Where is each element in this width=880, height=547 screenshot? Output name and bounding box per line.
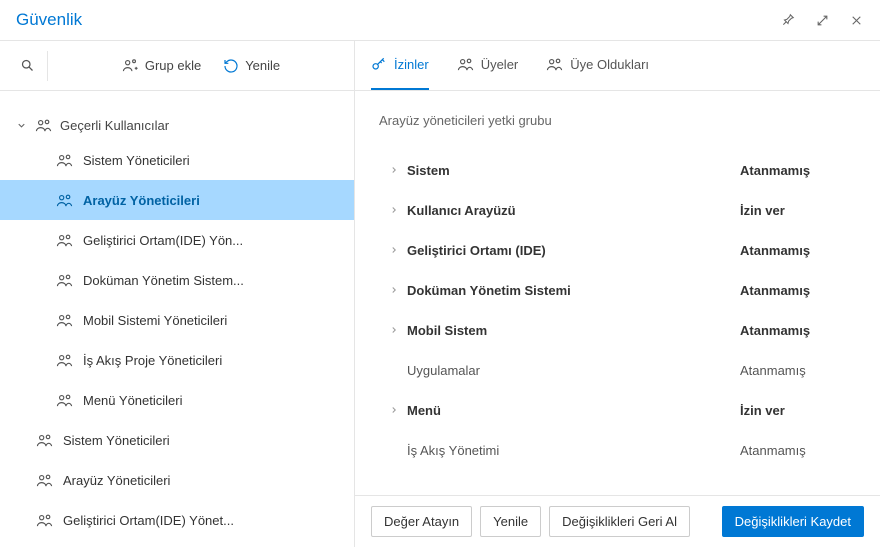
tab-label: Üye Oldukları [570, 57, 649, 72]
search-button[interactable] [8, 51, 48, 81]
group-tree: Geçerli Kullanıcılar Sistem Yöneticileri… [0, 91, 354, 547]
add-group-label: Grup ekle [145, 58, 201, 73]
tree-item[interactable]: Sistem Yöneticileri [0, 140, 354, 180]
revert-changes-button[interactable]: Değişiklikleri Geri Al [549, 506, 690, 537]
permission-label: Mobil Sistem [407, 323, 740, 338]
key-icon [371, 57, 387, 73]
permission-label: İş Akış Yönetimi [407, 443, 740, 458]
permission-label: Sistem [407, 163, 740, 178]
permission-row[interactable]: Kullanıcı Arayüzüİzin ver [375, 190, 860, 230]
permission-value[interactable]: Atanmamış [740, 363, 850, 378]
right-pane: İzinler Üyeler Üye Oldukları Arayüz yöneti… [355, 41, 880, 547]
assign-value-button[interactable]: Değer Atayın [371, 506, 472, 537]
tree-item[interactable]: Geliştirici Ortam(IDE) Yön... [0, 220, 354, 260]
permission-label: Geliştirici Ortamı (IDE) [407, 243, 740, 258]
add-group-icon [122, 57, 139, 74]
footer-refresh-button[interactable]: Yenile [480, 506, 541, 537]
permission-value[interactable]: Atanmamış [740, 163, 850, 178]
tree-item[interactable]: Mobil Sistemi Yöneticileri [0, 300, 354, 340]
people-icon [457, 56, 474, 73]
tree-item-label: Sistem Yöneticileri [83, 153, 190, 168]
tree-item-label: Sistem Yöneticileri [63, 433, 170, 448]
tree-item[interactable]: Sistem Yöneticileri [0, 420, 354, 460]
expand-icon[interactable] [814, 12, 830, 28]
left-pane: Grup ekle Yenile [0, 41, 355, 547]
tree-item[interactable]: Menü Yöneticileri [0, 380, 354, 420]
tabs: İzinler Üyeler Üye Oldukları [355, 41, 880, 91]
permission-row[interactable]: Menüİzin ver [375, 390, 860, 430]
footer: Değer Atayın Yenile Değişiklikleri Geri … [355, 495, 880, 547]
chevron-right-icon[interactable] [381, 285, 407, 295]
tree-item-label: Arayüz Yöneticileri [63, 473, 170, 488]
tab-izinler[interactable]: İzinler [371, 41, 429, 90]
content: Arayüz yöneticileri yetki grubu SistemAt… [355, 91, 880, 495]
tree-item-label: Geliştirici Ortam(IDE) Yönet... [63, 513, 234, 528]
refresh-icon [223, 58, 239, 74]
people-icon [56, 192, 73, 209]
content-title: Arayüz yöneticileri yetki grubu [379, 113, 860, 128]
permission-label: Doküman Yönetim Sistemi [407, 283, 740, 298]
people-icon [36, 472, 53, 489]
tree-item[interactable]: Doküman Yönetim Sistem... [0, 260, 354, 300]
chevron-right-icon[interactable] [381, 165, 407, 175]
permission-value[interactable]: İzin ver [740, 403, 850, 418]
tree-item[interactable]: İş Akış Proje Yöneticileri [0, 340, 354, 380]
pin-icon[interactable] [780, 12, 796, 28]
tab-uye-olduklari[interactable]: Üye Oldukları [546, 41, 649, 90]
refresh-label: Yenile [245, 58, 280, 73]
tree-root-label: Geçerli Kullanıcılar [60, 118, 169, 133]
window-title: Güvenlik [16, 10, 82, 30]
permission-label: Uygulamalar [407, 363, 740, 378]
tree-item[interactable]: Arayüz Yöneticileri [0, 460, 354, 500]
left-toolbar: Grup ekle Yenile [0, 41, 354, 91]
tab-label: Üyeler [481, 57, 519, 72]
permission-row[interactable]: Mobil SistemAtanmamış [375, 310, 860, 350]
people-icon [56, 352, 73, 369]
permission-value[interactable]: İzin ver [740, 203, 850, 218]
permission-row[interactable]: UygulamalarAtanmamış [375, 350, 860, 390]
chevron-down-icon [16, 120, 27, 131]
people-icon [56, 152, 73, 169]
tree-item-label: İş Akış Proje Yöneticileri [83, 353, 222, 368]
permission-value[interactable]: Atanmamış [740, 243, 850, 258]
people-icon [36, 432, 53, 449]
chevron-right-icon[interactable] [381, 405, 407, 415]
tree-item[interactable]: Arayüz Yöneticileri [0, 180, 354, 220]
save-changes-button[interactable]: Değişiklikleri Kaydet [722, 506, 864, 537]
permission-row[interactable]: SistemAtanmamış [375, 150, 860, 190]
tree-item-label: Geliştirici Ortam(IDE) Yön... [83, 233, 243, 248]
chevron-right-icon[interactable] [381, 325, 407, 335]
permission-value[interactable]: Atanmamış [740, 443, 850, 458]
tab-label: İzinler [394, 57, 429, 72]
people-icon [546, 56, 563, 73]
titlebar-controls [780, 12, 864, 28]
people-icon [56, 312, 73, 329]
tree-item-label: Mobil Sistemi Yöneticileri [83, 313, 227, 328]
tree-item-label: Doküman Yönetim Sistem... [83, 273, 244, 288]
titlebar: Güvenlik [0, 0, 880, 40]
permission-row[interactable]: İş Akış YönetimiAtanmamış [375, 430, 860, 470]
refresh-button[interactable]: Yenile [223, 58, 280, 74]
people-icon [56, 232, 73, 249]
permission-row[interactable]: Geliştirici Ortamı (IDE)Atanmamış [375, 230, 860, 270]
tree-item-label: Menü Yöneticileri [83, 393, 182, 408]
add-group-button[interactable]: Grup ekle [122, 57, 201, 74]
permission-row[interactable]: Doküman Yönetim SistemiAtanmamış [375, 270, 860, 310]
tree-item-label: Arayüz Yöneticileri [83, 193, 200, 208]
people-icon [56, 392, 73, 409]
permission-value[interactable]: Atanmamış [740, 283, 850, 298]
permission-label: Menü [407, 403, 740, 418]
chevron-right-icon[interactable] [381, 205, 407, 215]
permission-label: Kullanıcı Arayüzü [407, 203, 740, 218]
people-icon [35, 117, 52, 134]
chevron-right-icon[interactable] [381, 245, 407, 255]
tree-item[interactable]: Geliştirici Ortam(IDE) Yönet... [0, 500, 354, 540]
permission-value[interactable]: Atanmamış [740, 323, 850, 338]
people-icon [36, 512, 53, 529]
close-icon[interactable] [848, 12, 864, 28]
tree-root[interactable]: Geçerli Kullanıcılar [0, 111, 354, 140]
tab-uyeler[interactable]: Üyeler [457, 41, 519, 90]
people-icon [56, 272, 73, 289]
